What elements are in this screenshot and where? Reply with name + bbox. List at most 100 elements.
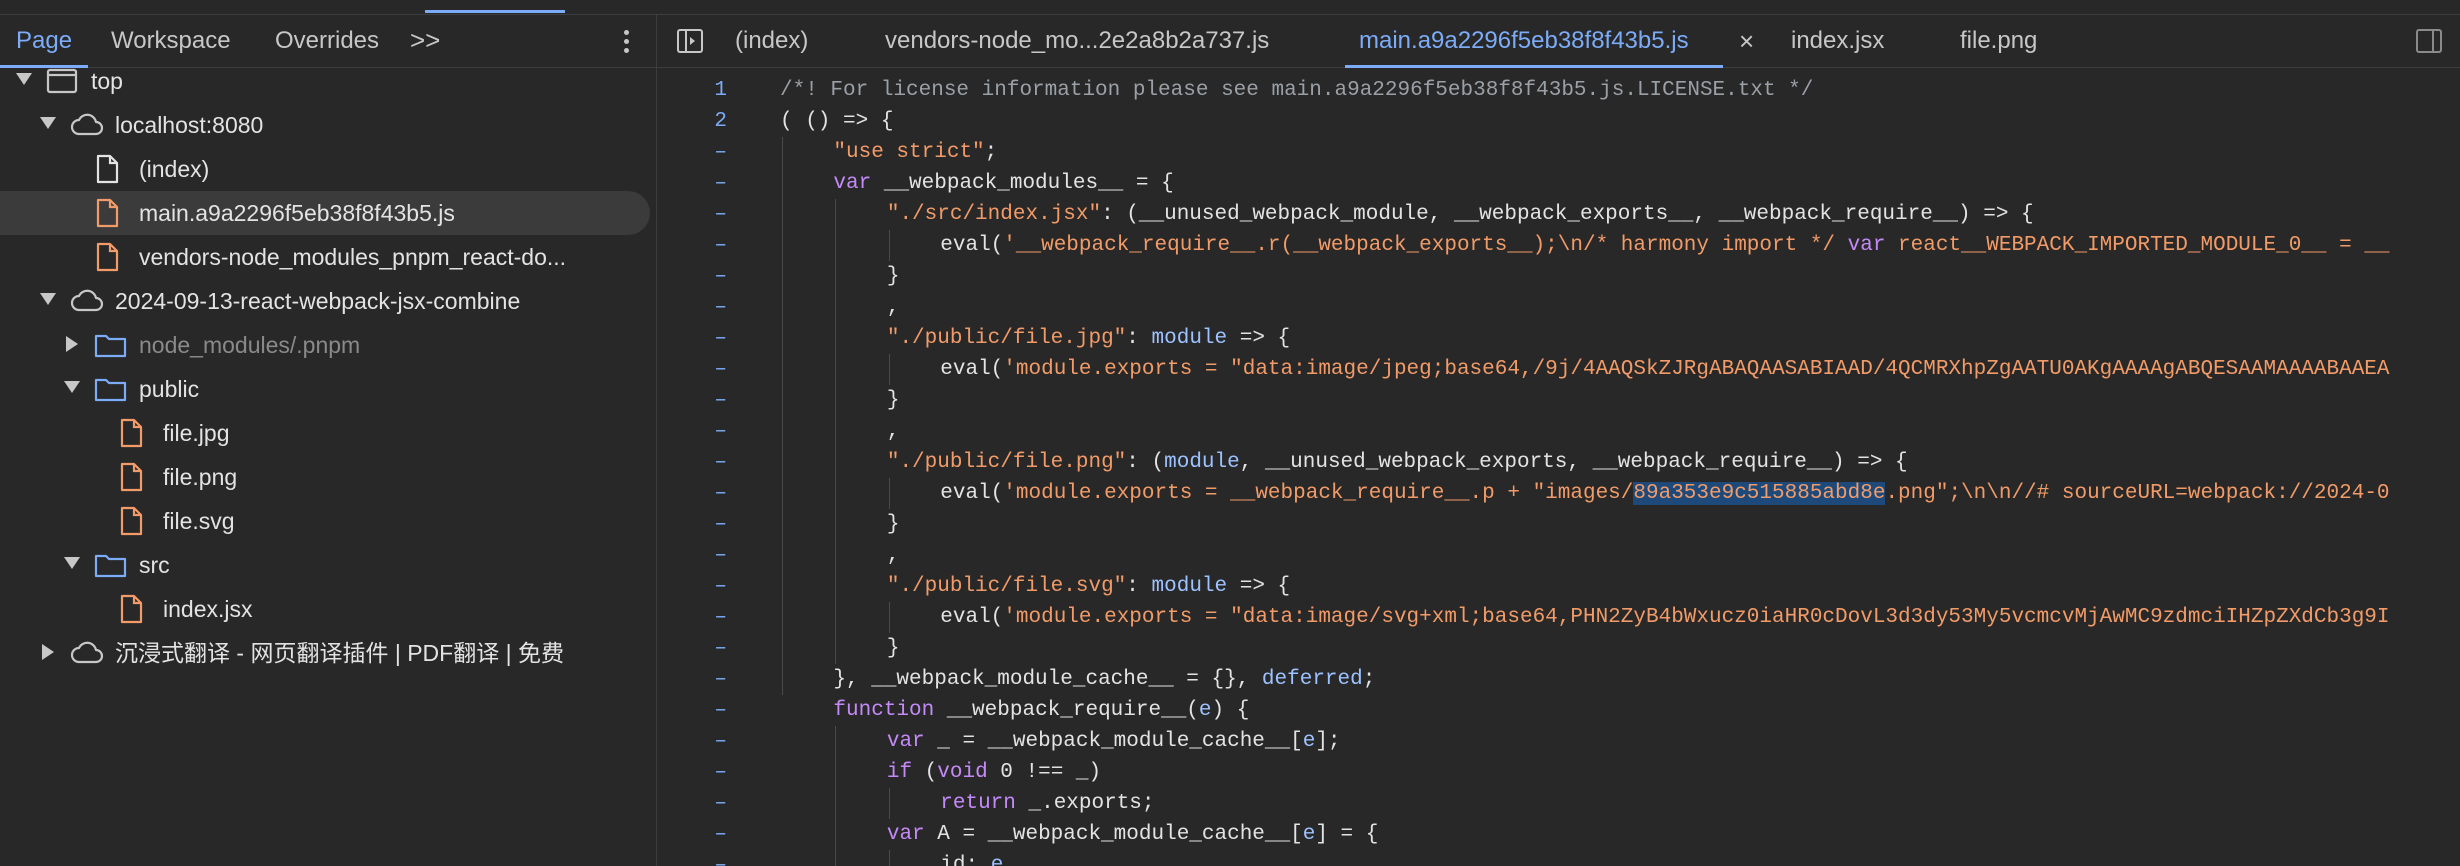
frame-icon [46,66,78,101]
document-icon [94,154,120,189]
tree-item-label: localhost:8080 [115,112,264,138]
code-line: } [886,513,900,536]
editor-tab[interactable]: main.a9a2296f5eb38f8f43b5.js [1345,15,1723,68]
tree-item[interactable]: file.jpg [0,411,656,455]
line-number: – [714,668,727,691]
tree-item[interactable]: 2024-09-13-react-webpack-jsx-combine [0,279,656,323]
line-number: – [714,513,727,536]
code-view[interactable]: 1 2 – – – – – – – – – – – – – – – – – – – – – – – – /*! For licen… [657,75,2460,866]
line-number: 2 [714,110,727,133]
code-line: "use strict"; [833,141,998,164]
editor-tab[interactable]: (index) [735,15,808,67]
code-line: var _ = __webpack_module_cache__[e]; [886,730,1341,753]
tree-item[interactable]: (index) [0,147,656,191]
file-icon [118,506,144,541]
more-options-icon[interactable] [618,27,634,57]
line-number: – [714,296,727,319]
tree-item[interactable]: file.png [0,455,656,499]
tree-item[interactable]: main.a9a2296f5eb38f8f43b5.js [0,191,650,235]
code-line: return _.exports; [940,792,1155,815]
expand-arrow-down-icon[interactable] [40,117,56,129]
line-number: – [714,761,727,784]
code-line: } [886,637,900,660]
code-line: /*! For license information please see m… [780,79,1814,102]
indent-guide [888,850,890,866]
line-number: – [714,637,727,660]
editor-tab[interactable]: index.jsx [1791,15,1884,67]
line-number: – [714,265,727,288]
expand-arrow-down-icon[interactable] [16,73,32,85]
editor-tabs: (index) vendors-node_mo...2e2a8b2a737.js m… [657,15,2460,68]
cloud-icon [70,286,104,321]
tree-item-label: 沉浸式翻译 - 网页翻译插件 | PDF翻译 | 免费 [115,640,564,666]
code-line: "./public/file.svg": module => { [886,575,1291,598]
code-line: if (void 0 !== _) [886,761,1102,784]
code-line: , [886,296,900,319]
tree-item[interactable]: 沉浸式翻译 - 网页翻译插件 | PDF翻译 | 免费 [0,631,656,675]
code-line: function __webpack_require__(e) { [833,699,1250,722]
tree-item[interactable]: node_modules/.pnpm [0,323,656,367]
tree-item[interactable]: public [0,367,656,411]
editor-tab[interactable]: vendors-node_mo...2e2a8b2a737.js [885,15,1269,67]
folder-icon [94,330,128,365]
indent-guide [888,230,890,261]
line-number: – [714,234,727,257]
tree-item-label: file.svg [163,508,235,534]
expand-arrow-down-icon[interactable] [64,557,80,569]
line-number: – [714,575,727,598]
close-tab-icon[interactable]: × [1739,15,1754,67]
tree-item[interactable]: vendors-node_modules_pnpm_react-do... [0,235,656,279]
top-accent [425,10,565,13]
editor-panel: (index) vendors-node_mo...2e2a8b2a737.js m… [657,15,2460,866]
tree-item[interactable]: localhost:8080 [0,103,656,147]
file-icon [118,462,144,497]
js-file-icon [94,242,120,277]
toggle-debugger-icon[interactable] [2416,29,2442,53]
code-line: var A = __webpack_module_cache__[e] = { [886,823,1379,846]
indent-guide [888,354,890,385]
code-line: "./public/file.jpg": module => { [886,327,1291,350]
code-line: , [886,420,900,443]
line-number: – [714,389,727,412]
line-number: – [714,327,727,350]
code-line: "./src/index.jsx": (__unused_webpack_mod… [886,203,2034,226]
line-number: – [714,482,727,505]
tree-item[interactable]: src [0,543,656,587]
file-icon [118,418,144,453]
line-number: – [714,854,727,866]
line-number: – [714,823,727,846]
code-line: eval('module.exports = "data:image/jpeg;… [940,358,2390,381]
indent-guide [835,199,837,664]
code-line: } [886,265,900,288]
tree-item-label: src [139,552,170,578]
tree-item-label: main.a9a2296f5eb38f8f43b5.js [139,200,455,226]
tree-item-label: 2024-09-13-react-webpack-jsx-combine [115,288,521,314]
tree-item[interactable]: index.jsx [0,587,656,631]
tree-item[interactable]: file.svg [0,499,656,543]
line-number: – [714,451,727,474]
indent-guide [835,726,837,866]
tree-item-label: public [139,376,200,402]
indent-guide [888,602,890,633]
line-number: 1 [714,79,727,102]
toggle-navigator-icon[interactable] [677,29,703,53]
folder-icon [94,374,128,409]
expand-arrow-down-icon[interactable] [40,293,56,305]
code-line: ( () => { [780,110,894,133]
line-number: – [714,699,727,722]
line-number: – [714,203,727,226]
line-number: – [714,606,727,629]
line-number: – [714,141,727,164]
editor-tab[interactable]: file.png [1960,15,2037,67]
expand-arrow-right-icon[interactable] [42,644,54,660]
line-number: – [714,358,727,381]
expand-arrow-down-icon[interactable] [64,381,80,393]
tree-item-label: file.jpg [163,420,230,446]
navigator-panel: Page Workspace Overrides >> top localhost… [0,15,657,866]
tree-item[interactable]: top [0,59,656,103]
cloud-icon [70,110,104,145]
line-number: – [714,172,727,195]
tree-item-label: top [91,68,123,94]
expand-arrow-right-icon[interactable] [66,336,78,352]
js-file-icon [94,198,120,233]
